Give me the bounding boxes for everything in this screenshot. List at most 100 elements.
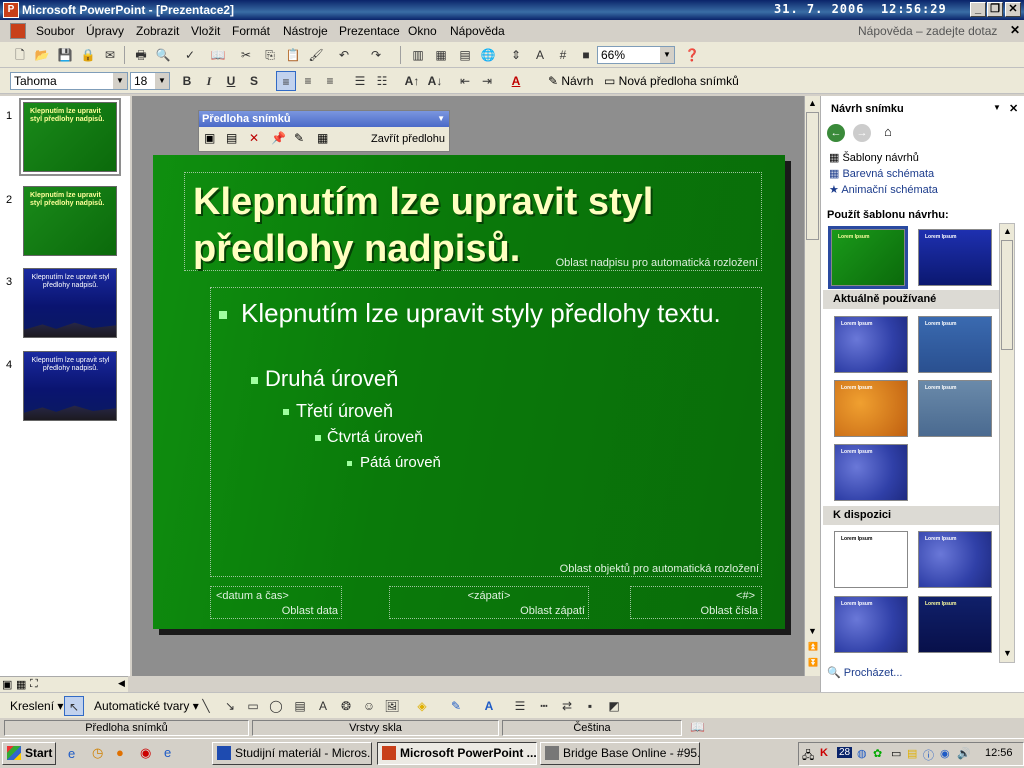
design-template-blank[interactable]: Lorem Ipsum xyxy=(834,531,908,588)
spelling-status-icon[interactable]: 📖 xyxy=(690,720,705,734)
formatting-icon[interactable]: A xyxy=(530,45,550,65)
start-button[interactable]: Start xyxy=(2,742,56,765)
scroll-down-icon[interactable]: ▼ xyxy=(1003,648,1012,658)
increase-font-icon[interactable]: A↑ xyxy=(402,71,422,91)
slide-thumbnail-2[interactable]: Klepnutím lze upravit styl předlohy nadp… xyxy=(23,186,117,256)
close-task-pane-icon[interactable]: ✕ xyxy=(1009,102,1018,115)
delete-master-icon[interactable]: ✕ xyxy=(249,131,259,145)
design-template-slate[interactable]: Lorem Ipsum xyxy=(918,380,992,437)
ie-quicklaunch-icon[interactable]: e xyxy=(68,746,75,761)
print-preview-icon[interactable]: 🔍 xyxy=(153,45,173,65)
next-slide-icon[interactable]: ⏬ xyxy=(808,658,818,667)
scroll-left-icon[interactable]: ◀ xyxy=(118,678,125,689)
calendar-tray-badge[interactable]: 28 xyxy=(837,747,853,758)
home-icon[interactable]: ⌂ xyxy=(884,124,892,139)
opera-quicklaunch-icon[interactable]: ◉ xyxy=(140,745,151,761)
network-tray-icon[interactable]: 🖧 xyxy=(802,747,814,766)
email-icon[interactable]: ✉ xyxy=(100,45,120,65)
print-icon[interactable]: 🖶 xyxy=(131,45,151,65)
powerpoint-app-icon[interactable]: P xyxy=(3,2,19,18)
help-search-box[interactable]: Nápověda – zadejte dotaz xyxy=(858,24,997,38)
arrow-style-icon[interactable]: ⇄ xyxy=(557,696,577,716)
picture-icon[interactable]: 🖼 xyxy=(382,696,402,716)
table-icon[interactable]: ▦ xyxy=(431,45,451,65)
design-template-purple-waves[interactable]: Lorem Ipsum xyxy=(918,531,992,588)
hyperlink-icon[interactable]: 🌐 xyxy=(478,45,498,65)
fill-color-icon[interactable]: ◈ xyxy=(412,696,432,716)
new-master-button[interactable]: ▭ Nová předloha snímků xyxy=(604,74,739,88)
restore-button[interactable]: ❐ xyxy=(987,2,1003,17)
align-left-icon[interactable]: ≡ xyxy=(276,71,296,91)
color-schemes-link[interactable]: ▦ Barevná schémata xyxy=(829,167,934,180)
help-icon[interactable]: ❓ xyxy=(682,45,702,65)
design-template-texture-blue-2[interactable]: Lorem Ipsum xyxy=(834,444,908,501)
slide-sorter-icon[interactable]: ▦ xyxy=(16,678,26,691)
underline-icon[interactable]: U xyxy=(221,71,241,91)
insert-title-master-icon[interactable]: ▤ xyxy=(226,131,237,145)
textbox-icon[interactable]: ▤ xyxy=(290,696,310,716)
scroll-thumb[interactable] xyxy=(1001,240,1013,350)
scroll-thumb[interactable] xyxy=(806,112,819,240)
insert-slide-master-icon[interactable]: ▣ xyxy=(204,131,215,145)
diagram-icon[interactable]: ❂ xyxy=(336,696,356,716)
permission-icon[interactable]: 🔒 xyxy=(78,45,98,65)
numbering-icon[interactable]: ☰ xyxy=(350,71,370,91)
taskbar-button-word[interactable]: Studijní materiál - Micros... xyxy=(212,742,372,765)
globe-tray-icon[interactable]: ◍ xyxy=(857,747,867,760)
taskbar-button-bridge[interactable]: Bridge Base Online - #95... xyxy=(540,742,700,765)
chevron-down-icon[interactable]: ▼ xyxy=(660,47,674,63)
decrease-indent-icon[interactable]: ⇤ xyxy=(455,71,475,91)
close-button[interactable]: ✕ xyxy=(1005,2,1021,17)
menu-napoveda[interactable]: Nápověda xyxy=(450,24,505,38)
redo-icon[interactable]: ↷ xyxy=(366,45,386,65)
menu-upravy[interactable]: Úpravy xyxy=(86,24,124,38)
menu-nastroje[interactable]: Nástroje xyxy=(283,24,328,38)
design-template-texture-blue[interactable]: Lorem Ipsum xyxy=(834,316,908,373)
chevron-down-icon[interactable]: ▼ xyxy=(113,73,127,89)
animation-schemes-link[interactable]: ★ Animační schémata xyxy=(829,183,938,196)
scroll-up-icon[interactable]: ▲ xyxy=(1003,226,1012,236)
design-template-blue-mountain[interactable]: Lorem Ipsum xyxy=(918,229,992,286)
draw-menu-button[interactable]: Kreslení ▾ xyxy=(10,699,63,713)
folder-tray-icon[interactable]: ▤ xyxy=(907,747,917,760)
font-size-combo[interactable]: 18 ▼ xyxy=(130,72,170,90)
monitor-tray-icon[interactable]: ▭ xyxy=(891,747,901,760)
back-icon[interactable]: ← xyxy=(827,124,845,142)
info-tray-icon[interactable]: ⓘ xyxy=(923,747,934,763)
chart-icon[interactable]: ▥ xyxy=(408,45,428,65)
design-template-orange[interactable]: Lorem Ipsum xyxy=(834,380,908,437)
shadow-style-icon[interactable]: ▪ xyxy=(580,696,600,716)
design-template-current-green[interactable]: Lorem Ipsum xyxy=(828,226,908,289)
zoom-combo[interactable]: 66% ▼ xyxy=(597,46,675,64)
slide-thumbnail-4[interactable]: Klepnutím lze upravit styl předlohy nadp… xyxy=(23,351,117,421)
slide-thumbnail-1[interactable]: Klepnutím lze upravit styl předlohy nadp… xyxy=(19,98,121,176)
select-objects-icon[interactable]: ↖ xyxy=(64,696,84,716)
bullets-icon[interactable]: ☷ xyxy=(372,71,392,91)
minimize-button[interactable]: _ xyxy=(970,2,986,17)
arrow-icon[interactable]: ↘ xyxy=(220,696,240,716)
font-color-icon[interactable]: A xyxy=(506,71,526,91)
menu-soubor[interactable]: Soubor xyxy=(36,24,75,38)
font-combo[interactable]: Tahoma ▼ xyxy=(10,72,128,90)
color-grayscale-icon[interactable]: ■ xyxy=(576,45,596,65)
tables-borders-icon[interactable]: ▤ xyxy=(455,45,475,65)
3d-style-icon[interactable]: ◩ xyxy=(604,696,624,716)
scroll-down-icon[interactable]: ▼ xyxy=(808,626,817,636)
task-pane-scrollbar[interactable]: ▲ ▼ xyxy=(999,223,1015,663)
preserve-master-icon[interactable]: 📌 xyxy=(271,131,286,145)
research-icon[interactable]: 📖 xyxy=(208,45,228,65)
slide-master-toolbar-caption[interactable]: Předloha snímků ▼ xyxy=(199,111,449,127)
copy-icon[interactable]: ⎘ xyxy=(260,45,280,65)
clock-quicklaunch-icon[interactable]: ◷ xyxy=(92,745,103,761)
title-placeholder[interactable]: Klepnutím lze upravit styl předlohy nadp… xyxy=(184,172,762,271)
chevron-down-icon[interactable]: ▼ xyxy=(993,103,1001,112)
menu-zobrazit[interactable]: Zobrazit xyxy=(136,24,179,38)
line-style-icon[interactable]: ☰ xyxy=(510,696,530,716)
normal-view-icon[interactable]: ▣ xyxy=(2,678,12,691)
spelling-icon[interactable]: ✓ xyxy=(180,45,200,65)
open-icon[interactable]: 📂 xyxy=(32,45,52,65)
security-tray-icon[interactable]: ◉ xyxy=(940,747,950,760)
design-template-steel[interactable]: Lorem Ipsum xyxy=(918,316,992,373)
format-painter-icon[interactable]: 🖌 xyxy=(306,45,326,65)
footer-placeholder[interactable]: <zápatí> Oblast zápatí xyxy=(389,586,589,619)
